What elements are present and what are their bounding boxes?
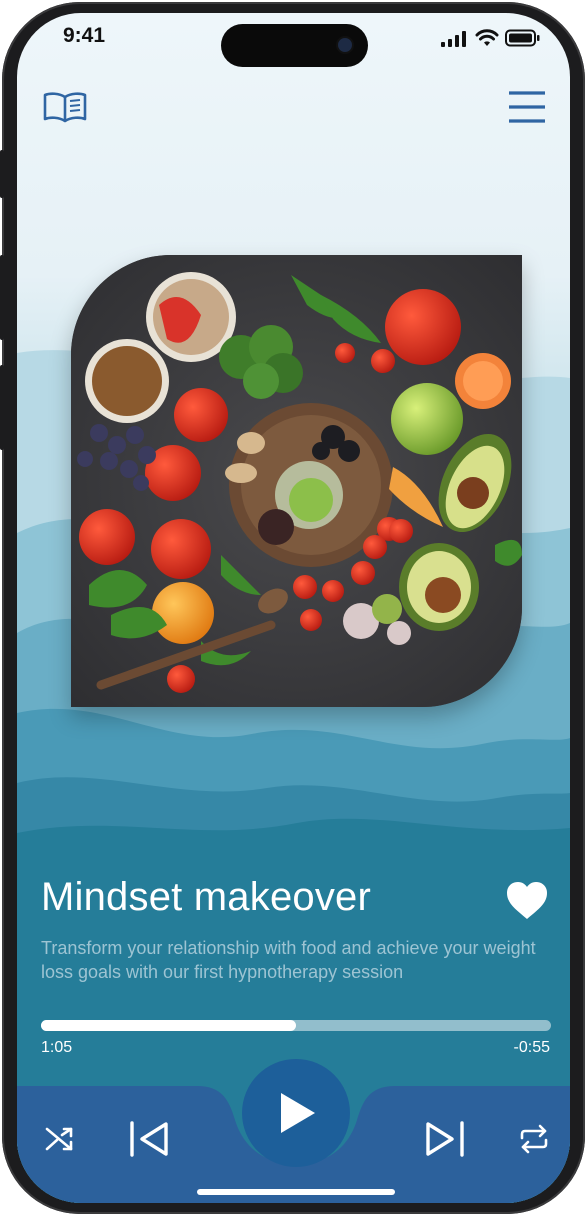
previous-button[interactable]: [125, 1117, 173, 1161]
track-description: Transform your relationship with food an…: [41, 938, 536, 982]
remaining-time: -0:55: [513, 1039, 550, 1056]
open-book-icon: [43, 92, 87, 123]
progress-bar[interactable]: [41, 1020, 551, 1031]
elapsed-time: 1:05: [41, 1039, 73, 1056]
screen: 9:41 Mindset makeover Transform your rel…: [17, 13, 570, 1203]
signal-icon: [441, 31, 466, 47]
favorite-button[interactable]: [503, 879, 551, 923]
track-artwork: [71, 255, 522, 707]
play-button[interactable]: [242, 1059, 350, 1167]
library-button[interactable]: [39, 87, 91, 127]
shuffle-button[interactable]: [39, 1119, 81, 1159]
wifi-icon: [475, 29, 499, 46]
status-bar: 9:41: [17, 13, 570, 67]
camera-icon: [338, 38, 352, 52]
track-title: Mindset makeover: [41, 875, 371, 919]
heart-icon: [507, 882, 547, 919]
play-icon: [281, 1093, 315, 1133]
volume-up-button: [0, 255, 4, 340]
dynamic-island: [221, 24, 368, 67]
shuffle-icon: [45, 1127, 73, 1151]
home-indicator[interactable]: [197, 1189, 395, 1195]
progress-fill: [41, 1020, 296, 1031]
skip-back-icon: [130, 1121, 168, 1157]
repeat-icon: [520, 1124, 548, 1154]
vegetables-bowl-artwork: [71, 255, 522, 707]
mute-switch: [0, 150, 4, 198]
volume-down-button: [0, 365, 4, 450]
repeat-button[interactable]: [513, 1119, 555, 1159]
next-button[interactable]: [421, 1117, 469, 1161]
menu-button[interactable]: [505, 87, 549, 127]
battery-icon: [505, 29, 540, 47]
status-time: 9:41: [63, 24, 106, 47]
hamburger-menu-icon: [509, 91, 545, 123]
skip-forward-icon: [426, 1121, 464, 1157]
